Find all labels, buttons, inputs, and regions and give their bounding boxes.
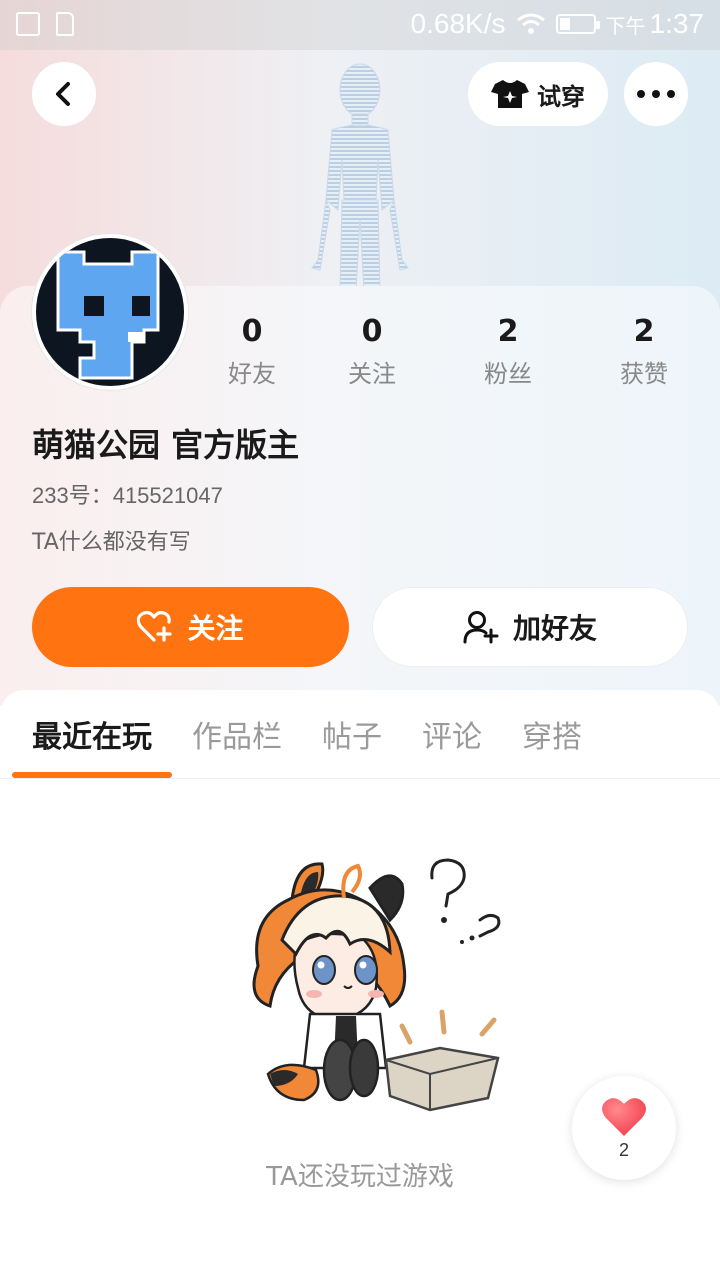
- stat-following[interactable]: 0 关注: [312, 312, 432, 389]
- heart-plus-icon: [137, 611, 173, 642]
- chevron-left-icon: [56, 82, 70, 106]
- tab-posts[interactable]: 帖子: [322, 712, 382, 756]
- battery-icon: [555, 14, 600, 34]
- profile-name: 萌猫公园 官方版主: [32, 426, 300, 464]
- tab-divider: [0, 778, 720, 779]
- profile-bio: TA什么都没有写: [32, 530, 191, 555]
- user-plus-icon: [463, 611, 499, 644]
- blue-pixel-creature-icon: [36, 238, 184, 386]
- wifi-icon: [516, 13, 545, 34]
- try-on-button[interactable]: 试穿: [468, 62, 608, 126]
- add-friend-label: 加好友: [512, 612, 597, 645]
- like-floating-button[interactable]: 2: [572, 1076, 676, 1180]
- stat-friends[interactable]: 0 好友: [192, 312, 312, 389]
- tab-comments[interactable]: 评论: [422, 712, 482, 756]
- tab-recently-played[interactable]: 最近在玩: [32, 712, 152, 756]
- status-bar: 0.68K/s 下午 1:37: [0, 0, 720, 50]
- stat-fans[interactable]: 2 粉丝: [448, 312, 568, 389]
- clock: 1:37: [649, 8, 705, 39]
- stat-value: 0: [361, 314, 383, 349]
- stat-label: 关注: [348, 360, 396, 388]
- avatar[interactable]: [32, 234, 188, 390]
- heart-icon: [602, 1097, 646, 1136]
- sd-card-notification-icon: [56, 12, 74, 36]
- add-friend-button[interactable]: 加好友: [372, 587, 688, 667]
- time-period: 下午: [605, 15, 646, 38]
- more-dots-icon: [637, 90, 675, 98]
- gallery-notification-icon: [16, 12, 40, 36]
- more-options-button[interactable]: [624, 62, 688, 126]
- tshirt-sparkle-icon: [491, 80, 529, 108]
- follow-button[interactable]: 关注: [32, 587, 349, 667]
- tab-outfits[interactable]: 穿搭: [522, 712, 582, 756]
- try-on-label: 试穿: [537, 82, 585, 111]
- profile-id: 233号：415521047: [32, 483, 223, 508]
- empty-state-character-illustration: [252, 858, 501, 1112]
- stat-value: 2: [497, 314, 519, 349]
- follow-label: 关注: [187, 612, 244, 645]
- avatar-hologram-figure: [311, 63, 409, 290]
- stat-label: 获赞: [620, 360, 668, 388]
- stat-label: 好友: [228, 360, 276, 388]
- stat-likes[interactable]: 2 获赞: [584, 312, 704, 389]
- stat-value: 0: [241, 314, 263, 349]
- stat-label: 粉丝: [484, 360, 532, 388]
- like-count: 2: [618, 1139, 629, 1160]
- tab-works[interactable]: 作品栏: [192, 712, 282, 756]
- network-speed: 0.68K/s: [410, 8, 506, 39]
- stat-value: 2: [633, 314, 655, 349]
- back-button[interactable]: [32, 62, 96, 126]
